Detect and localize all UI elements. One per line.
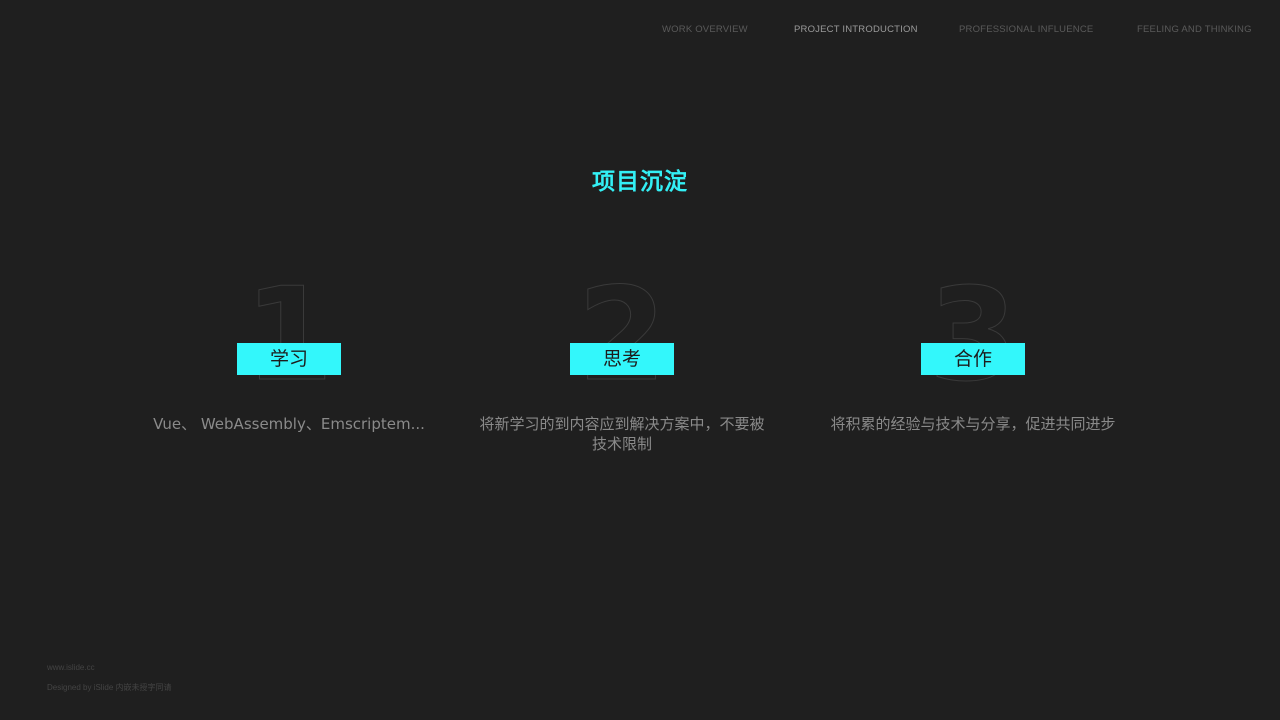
nav-item-feeling-and-thinking[interactable]: FEELING AND THINKING xyxy=(1137,24,1252,35)
nav-item-work-overview[interactable]: WORK OVERVIEW xyxy=(662,24,748,35)
card-label: 思考 xyxy=(570,343,674,375)
card-thinking: 2 思考 将新学习的到内容应到解决方案中，不要被技术限制 xyxy=(472,261,772,480)
page-title: 项目沉淀 xyxy=(592,169,688,195)
footer-url: www.islide.cc xyxy=(47,663,95,672)
card-label: 学习 xyxy=(237,343,341,375)
card-learning: 1 学习 Vue、 WebAssembly、Emscriptem... xyxy=(139,261,439,480)
nav-item-professional-influence[interactable]: PROFESSIONAL INFLUENCE xyxy=(959,24,1093,35)
card-description: Vue、 WebAssembly、Emscriptem... xyxy=(153,415,425,433)
footer-credit: Designed by iSlide 内嵌未授字同请 xyxy=(47,683,172,692)
card-description: 将新学习的到内容应到解决方案中，不要被技术限制 xyxy=(479,415,765,453)
card-number: 3 xyxy=(928,261,1018,410)
card-description: 将积累的经验与技术与分享，促进共同进步 xyxy=(830,415,1116,433)
top-navigation: WORK OVERVIEW PROJECT INTRODUCTION PROFE… xyxy=(0,24,1280,38)
card-number: 2 xyxy=(577,261,667,410)
card-label: 合作 xyxy=(921,343,1025,375)
card-number: 1 xyxy=(244,261,334,410)
card-cooperation: 3 合作 将积累的经验与技术与分享，促进共同进步 xyxy=(823,261,1123,480)
nav-item-project-introduction[interactable]: PROJECT INTRODUCTION xyxy=(794,24,918,35)
slide: WORK OVERVIEW PROJECT INTRODUCTION PROFE… xyxy=(0,0,1280,720)
